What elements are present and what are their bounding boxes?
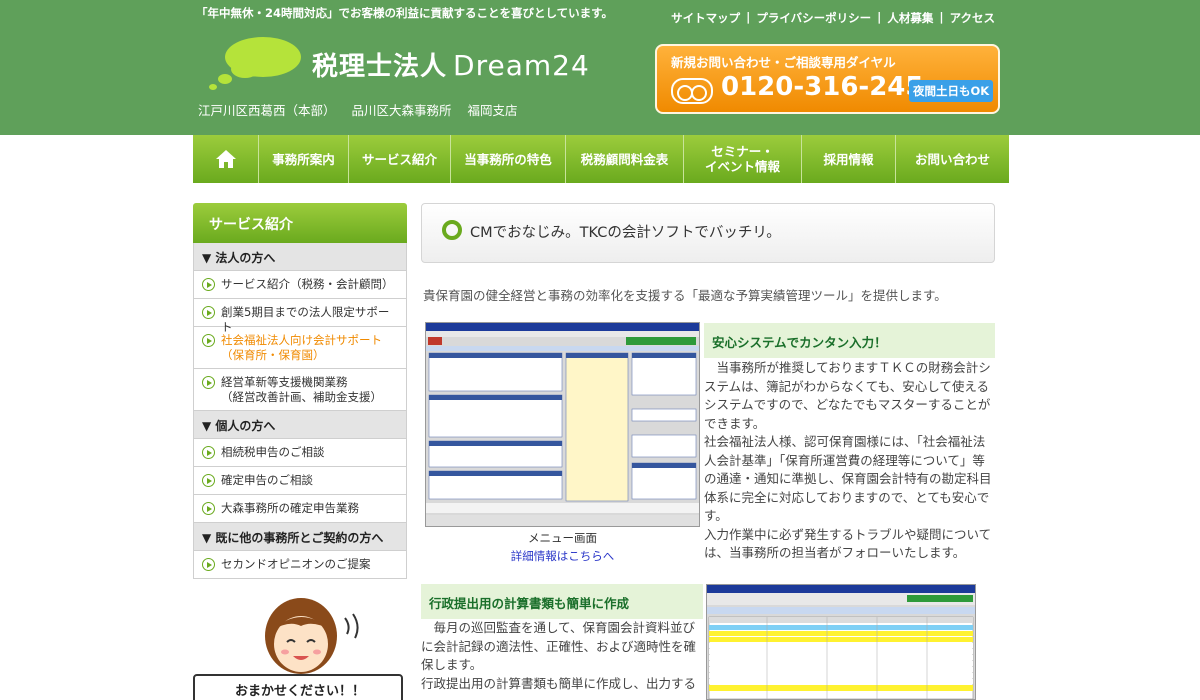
section-title-statements: 行政提出用の計算書類も簡単に作成: [421, 584, 703, 619]
page-heading: CMでおなじみ。TKCの会計ソフトでバッチリ。: [470, 225, 781, 241]
paragraph: 社会福祉法人様、認可保育園様には、「社会福祉法人会計基準」「保育所運営費の経理等…: [704, 434, 992, 523]
arrow-right-icon: [202, 502, 215, 515]
sidebar-title: サービス紹介: [193, 203, 407, 243]
arrow-right-icon: [202, 278, 215, 291]
logo-en-text: Dream24: [453, 49, 590, 82]
section-body-easy-input: 当事務所が推奨しておりますＴＫＣの財務会計システムは、簿記がわからなくても、安心…: [704, 359, 995, 563]
nav-home[interactable]: [193, 135, 259, 183]
mascot-woman-icon: [265, 598, 359, 674]
logo-speech-bubble-icon[interactable]: [205, 33, 305, 93]
financial-statement-screenshot: [706, 584, 976, 700]
sidebar-item[interactable]: 相続税申告のご相談: [193, 439, 407, 467]
paragraph: 毎月の巡回監査を通して、保育園会計資料並びに会計記録の適法性、正確性、および適時…: [421, 620, 697, 672]
site-header: 「年中無休・24時間対応」でお客様の利益に貢献することを喜びとしています。 サイ…: [0, 0, 1200, 135]
arrow-right-icon: [202, 376, 215, 389]
detail-info-link[interactable]: 詳細情報はこちらへ: [425, 548, 700, 564]
arrow-right-icon: [202, 306, 215, 319]
sidebar: サービス紹介 ▼ 法人の方へ サービス紹介（税務・会計顧問） 創業5期目までの法…: [193, 203, 407, 579]
global-nav: 事務所案内 サービス紹介 当事務所の特色 税務顧問料金表 セミナー・ イベント情…: [193, 135, 1009, 183]
mascot-text: おまかせください！！: [235, 684, 366, 699]
site-logo[interactable]: 税理士法人 Dream24: [312, 46, 590, 83]
page-heading-box: CMでおなじみ。TKCの会計ソフトでバッチリ。: [421, 203, 995, 263]
arrow-right-icon: [202, 474, 215, 487]
free-dial-icon: [671, 78, 713, 104]
phone-contact-box[interactable]: 新規お問い合わせ・ご相談専用ダイヤル 0120-316-245 夜間土日もOK: [655, 44, 1000, 114]
sidebar-item[interactable]: サービス紹介（税務・会計顧問）: [193, 271, 407, 299]
office-item: 江戸川区西葛西（本部）: [198, 103, 336, 118]
sidebar-group-corporate: ▼ 法人の方へ: [193, 243, 407, 271]
office-item: 品川区大森事務所: [351, 103, 452, 118]
phone-number: 0120-316-245: [721, 72, 924, 102]
nav-fee-table[interactable]: 税務顧問料金表: [566, 135, 684, 183]
screenshot-caption: メニュー画面: [528, 531, 597, 545]
sitemap-link[interactable]: サイトマップ: [671, 10, 740, 26]
arrow-right-icon: [202, 334, 215, 347]
sidebar-item[interactable]: 経営革新等支援機関業務 （経営改善計画、補助金支援）: [193, 369, 407, 411]
nav-recruit[interactable]: 採用情報: [802, 135, 896, 183]
paragraph: 入力作業中に必ず発生するトラブルや疑問については、当事務所の担当者がフォローいた…: [704, 526, 992, 561]
paragraph: 当事務所が推奨しておりますＴＫＣの財務会計システムは、簿記がわからなくても、安心…: [704, 360, 991, 431]
arrow-right-icon: [202, 446, 215, 459]
sidebar-item[interactable]: 確定申告のご相談: [193, 467, 407, 495]
sidebar-group-existing: ▼ 既に他の事務所とご契約の方へ: [193, 523, 407, 551]
privacy-policy-link[interactable]: プライバシーポリシー: [756, 10, 871, 26]
office-item: 福岡支店: [467, 103, 518, 118]
paragraph: 行政提出用の計算書類も簡単に作成し、出力する: [421, 675, 697, 691]
section-title-easy-input: 安心システムでカンタン入力！: [704, 323, 995, 358]
sidebar-item[interactable]: 大森事務所の確定申告業務: [193, 495, 407, 523]
arrow-right-icon: [202, 558, 215, 571]
circle-bullet-icon: [442, 220, 462, 240]
home-icon: [215, 150, 236, 168]
intro-text: 貴保育園の健全経営と事務の効率化を支援する「最適な予算実績管理ツール」を提供しま…: [423, 288, 947, 303]
phone-label: 新規お問い合わせ・ご相談専用ダイヤル: [671, 55, 896, 70]
access-link[interactable]: アクセス: [950, 10, 995, 26]
software-menu-screenshot: [425, 322, 700, 527]
sidebar-item[interactable]: 創業5期目までの法人限定サポート: [193, 299, 407, 334]
section-body-statements: 毎月の巡回監査を通して、保育園会計資料並びに会計記録の適法性、正確性、および適時…: [421, 619, 703, 693]
top-links: サイトマップ | プライバシーポリシー | 人材募集 | アクセス: [671, 10, 995, 26]
mascot-illustration: おまかせください！！: [193, 596, 407, 700]
nav-office-info[interactable]: 事務所案内: [259, 135, 349, 183]
nav-seminar[interactable]: セミナー・ イベント情報: [684, 135, 802, 183]
header-tagline: 「年中無休・24時間対応」でお客様の利益に貢献することを喜びとしています。: [196, 6, 614, 20]
sidebar-group-individual: ▼ 個人の方へ: [193, 411, 407, 439]
nav-features[interactable]: 当事務所の特色: [451, 135, 566, 183]
phone-badge: 夜間土日もOK: [909, 80, 994, 102]
sidebar-item[interactable]: セカンドオピニオンのご提案: [193, 551, 407, 579]
sidebar-item-active[interactable]: 社会福祉法人向け会計サポート （保育所・保育園）: [193, 327, 407, 369]
nav-services[interactable]: サービス紹介: [349, 135, 451, 183]
logo-jp-text: 税理士法人: [312, 52, 448, 82]
office-list: 江戸川区西葛西（本部） 品川区大森事務所 福岡支店: [198, 100, 530, 119]
nav-contact[interactable]: お問い合わせ: [896, 135, 1009, 183]
recruit-link[interactable]: 人材募集: [887, 10, 933, 26]
